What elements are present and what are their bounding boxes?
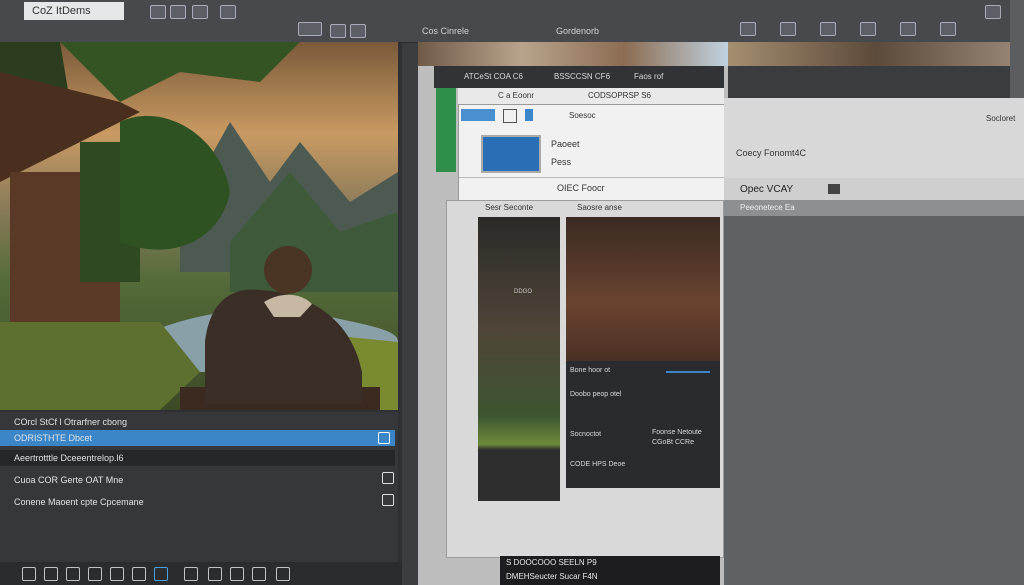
menu-item[interactable]: Paoeet — [551, 139, 580, 149]
properties-header: Coecy Fonomt4C Socloret — [724, 98, 1024, 179]
bottom-toolbar — [0, 562, 402, 585]
image-thumbnail[interactable]: DDGO — [478, 217, 560, 501]
shape-icon[interactable] — [860, 22, 876, 36]
image-icon[interactable] — [170, 5, 186, 19]
dialog-tab[interactable]: ATCeSt COA C6 — [464, 72, 523, 81]
artwork-canvas[interactable] — [0, 42, 398, 410]
group-icon[interactable] — [110, 567, 124, 581]
drop-icon[interactable] — [525, 109, 533, 121]
duplicate-icon[interactable] — [44, 567, 58, 581]
background-image-strip — [728, 42, 1024, 66]
hand-icon[interactable] — [780, 22, 796, 36]
layer-icon[interactable] — [150, 5, 166, 19]
text-icon[interactable] — [820, 22, 836, 36]
tools-label: CODSOPRSP S6 — [588, 91, 651, 100]
menu-item[interactable]: Pess — [551, 157, 571, 167]
canvas-panel: COrcl StCf l Otrarfner cbong ODRISTHTE D… — [0, 42, 402, 585]
layer-row[interactable]: Cuoa COR Gerte OAT Mne — [0, 472, 395, 488]
caption-bar: S DOOCOOO SEELN P9 DMEHSeucter Sucar F4N — [500, 556, 720, 585]
mask-icon[interactable] — [66, 567, 80, 581]
menu-icon[interactable] — [252, 567, 266, 581]
dialog-tab[interactable]: BSSCCSN CF6 — [554, 72, 610, 81]
fx-icon[interactable] — [154, 567, 168, 581]
trash-icon[interactable] — [230, 567, 244, 581]
strip-label: Saosre anse — [577, 203, 622, 212]
grid-icon[interactable] — [940, 22, 956, 36]
camera-icon[interactable] — [298, 22, 322, 36]
link-icon[interactable] — [132, 567, 146, 581]
dropdown-icon[interactable] — [828, 184, 840, 194]
zoom-icon[interactable] — [740, 22, 756, 36]
layers-icon[interactable] — [350, 24, 366, 38]
top-toolbar: CoZ ItDems Cos Cinrele Gordenorb — [0, 0, 1024, 43]
layer-visibility-icon[interactable] — [378, 432, 390, 444]
context-menu: Soesoc Paoeet Pess OIEC Foocr — [458, 104, 726, 202]
toolbar-label-a: Cos Cinrele — [422, 26, 470, 36]
preview-thumb[interactable] — [481, 135, 541, 173]
right-toolbar — [728, 66, 1024, 98]
properties-corner: Socloret — [986, 114, 1016, 123]
scrollbar[interactable] — [1010, 0, 1024, 98]
layers-panel: COrcl StCf l Otrarfner cbong ODRISTHTE D… — [0, 412, 398, 562]
layer-row[interactable]: Conene Maoent cpte Cpcemane — [0, 494, 395, 510]
dialog-tab[interactable]: Faos rof — [634, 72, 663, 81]
side-tab-strip[interactable] — [436, 88, 456, 172]
adjust-icon[interactable] — [88, 567, 102, 581]
landscape-illustration — [0, 42, 398, 410]
style-icon[interactable] — [184, 567, 198, 581]
settings-icon[interactable] — [276, 567, 290, 581]
new-layer-icon[interactable] — [22, 567, 36, 581]
tools-label: C a Eoonr — [498, 91, 535, 100]
progress-line — [666, 371, 710, 373]
dialog-tools: C a Eoonr CODSOPRSP S6 — [458, 88, 724, 104]
window-title: CoZ ItDems — [24, 2, 124, 20]
row-label: Peeonetece Ea — [724, 200, 1024, 216]
window-close-icon[interactable] — [985, 5, 1001, 19]
color-icon[interactable] — [900, 22, 916, 36]
folder-icon[interactable] — [330, 24, 346, 38]
info-pane: Bone hoor ot Doobo peop otel Socnoctot F… — [566, 361, 720, 488]
layer-row-selected[interactable]: ODRISTHTE Dbcet — [0, 430, 395, 446]
menu-divider — [459, 177, 725, 178]
menu-bottom-item[interactable]: OIEC Foocr — [557, 183, 605, 193]
menu-icon[interactable] — [461, 109, 495, 121]
open-row: Opec VCAY — [724, 178, 1024, 200]
open-label[interactable]: Opec VCAY — [740, 184, 793, 195]
toolbar-label-b: Gordenorb — [556, 26, 600, 36]
background-strip — [418, 42, 728, 66]
table-icon[interactable] — [503, 109, 517, 123]
layer-row[interactable]: Aeertrotttle Dceeentrelop.l6 — [0, 450, 395, 466]
crop-icon[interactable] — [192, 5, 208, 19]
menu-top-right: Soesoc — [569, 111, 596, 120]
thumb-label: DDGO — [514, 289, 532, 295]
strip-label: Sesr Seconte — [485, 203, 534, 212]
layer-lock-icon[interactable] — [382, 494, 394, 506]
dialog-tab-bar: ATCeSt COA C6 BSSCCSN CF6 Faos rof — [434, 66, 724, 88]
wood-preview — [566, 217, 720, 361]
brush-icon[interactable] — [220, 5, 236, 19]
folder-icon[interactable] — [208, 567, 222, 581]
properties-label: Coecy Fonomt4C — [736, 148, 807, 158]
layer-lock-icon[interactable] — [382, 472, 394, 484]
layer-row[interactable]: COrcl StCf l Otrarfner cbong — [0, 414, 395, 430]
